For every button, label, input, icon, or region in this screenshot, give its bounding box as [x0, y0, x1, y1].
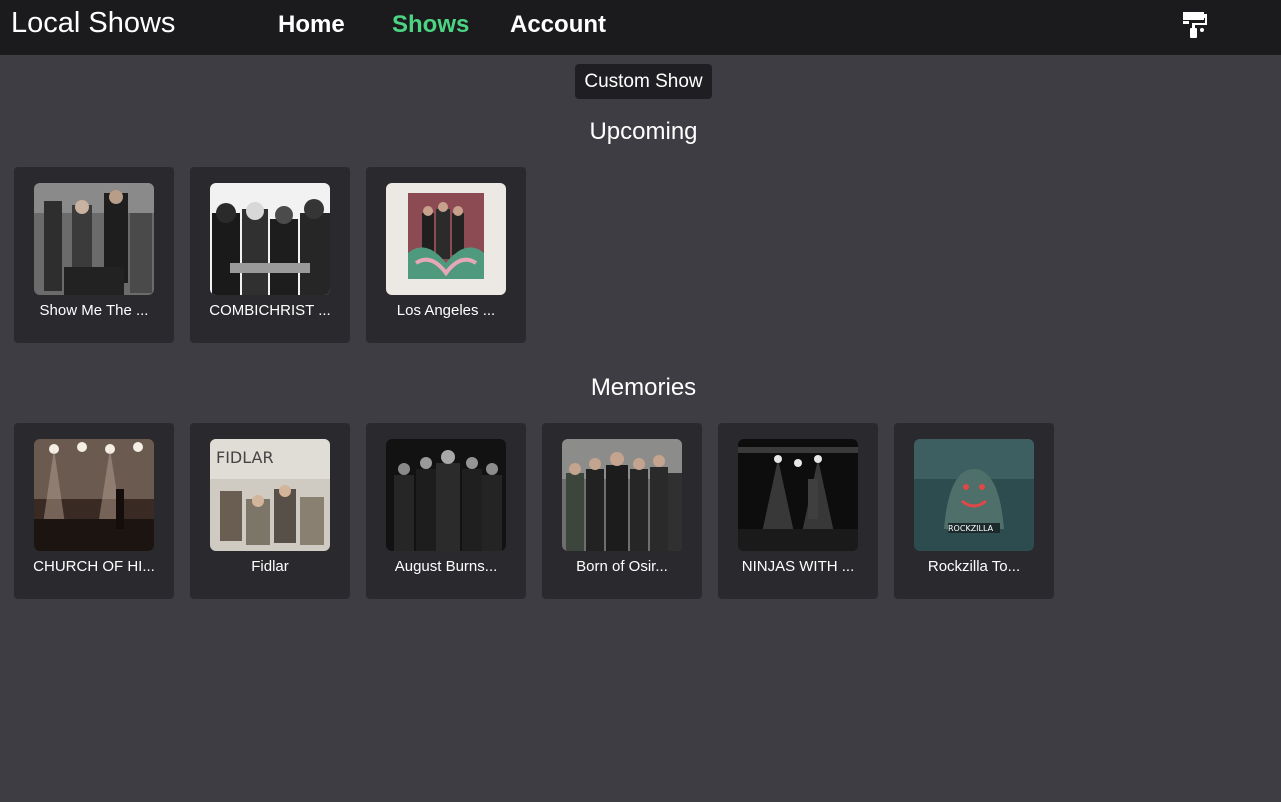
show-card[interactable]: Los Angeles ... — [366, 167, 526, 343]
show-title: COMBICHRIST ... — [209, 302, 331, 319]
show-title: Born of Osir... — [576, 558, 668, 575]
show-title: CHURCH OF HI... — [33, 558, 155, 575]
nav-home-link[interactable]: Home — [278, 10, 345, 40]
show-card[interactable]: ROCKZILLA Rockzilla To... — [894, 423, 1054, 599]
paint-roller-icon — [1183, 12, 1207, 38]
show-card[interactable]: CHURCH OF HI... — [14, 423, 174, 599]
show-title: Fidlar — [251, 558, 289, 575]
show-title: August Burns... — [394, 558, 498, 575]
show-title: Show Me The ... — [39, 302, 149, 319]
show-card[interactable]: COMBICHRIST ... — [190, 167, 350, 343]
nav-shows-link[interactable]: Shows — [392, 10, 469, 40]
show-image — [562, 439, 682, 551]
memories-heading: Memories — [590, 374, 697, 401]
show-card[interactable]: Born of Osir... — [542, 423, 702, 599]
show-card[interactable]: Show Me The ... — [14, 167, 174, 343]
show-image — [386, 439, 506, 551]
app-title[interactable]: Local Shows — [11, 6, 175, 40]
show-image — [34, 183, 154, 295]
show-image — [34, 439, 154, 551]
custom-show-button[interactable]: Custom Show — [575, 64, 712, 99]
show-title: Los Angeles ... — [396, 302, 496, 319]
upcoming-show-list: Show Me The ... COMBICHRIST ... Los Ange… — [14, 167, 1264, 343]
show-image — [386, 183, 506, 295]
memories-show-list: CHURCH OF HI... FIDLAR Fidlar August Bur… — [14, 423, 1264, 599]
svg-text:FIDLAR: FIDLAR — [216, 448, 274, 467]
show-card[interactable]: NINJAS WITH ... — [718, 423, 878, 599]
show-card[interactable]: FIDLAR Fidlar — [190, 423, 350, 599]
show-card[interactable]: August Burns... — [366, 423, 526, 599]
svg-text:ROCKZILLA: ROCKZILLA — [948, 524, 994, 533]
show-image: FIDLAR — [210, 439, 330, 551]
show-image — [738, 439, 858, 551]
theme-button[interactable] — [1178, 8, 1212, 42]
show-title: NINJAS WITH ... — [741, 558, 855, 575]
top-navbar: Local Shows Home Shows Account — [0, 0, 1281, 55]
show-title: Rockzilla To... — [927, 558, 1021, 575]
show-image: ROCKZILLA — [914, 439, 1034, 551]
show-image — [210, 183, 330, 295]
upcoming-heading: Upcoming — [589, 118, 698, 145]
nav-account-link[interactable]: Account — [510, 10, 606, 40]
